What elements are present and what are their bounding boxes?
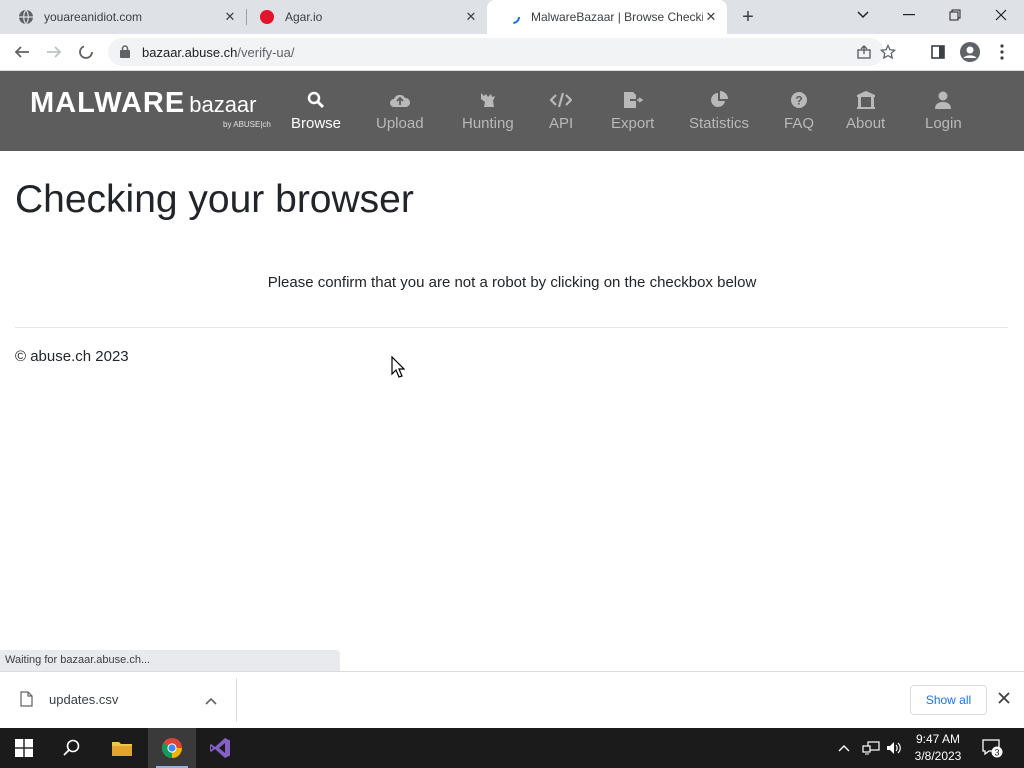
download-item[interactable]: updates.csv bbox=[20, 691, 118, 707]
robot-confirm-message: Please confirm that you are not a robot … bbox=[267, 274, 757, 291]
address-bar[interactable]: bazaar.abuse.ch/verify-ua/ bbox=[108, 38, 897, 66]
lock-icon[interactable] bbox=[120, 45, 130, 63]
code-icon bbox=[550, 89, 573, 111]
close-window-icon[interactable] bbox=[978, 0, 1024, 30]
profile-avatar[interactable] bbox=[958, 40, 982, 64]
file-explorer-icon[interactable] bbox=[98, 728, 146, 768]
nav-login[interactable]: Login bbox=[925, 89, 962, 132]
close-icon[interactable]: ✕ bbox=[222, 9, 238, 25]
visual-studio-icon[interactable] bbox=[196, 728, 244, 768]
close-download-bar-icon[interactable] bbox=[998, 691, 1010, 709]
pie-chart-icon bbox=[710, 89, 728, 111]
restore-icon[interactable] bbox=[932, 0, 978, 30]
nav-label: Export bbox=[611, 115, 655, 132]
menu-kebab-icon[interactable] bbox=[990, 40, 1014, 64]
file-icon bbox=[20, 691, 33, 707]
tab-title: youareanidiot.com bbox=[44, 10, 143, 24]
tab-youareanidiot[interactable]: youareanidiot.com ✕ bbox=[0, 0, 246, 34]
clock-time: 9:47 AM bbox=[915, 732, 961, 746]
loading-icon bbox=[505, 9, 521, 25]
minimize-icon[interactable] bbox=[886, 0, 932, 30]
logo-malware: MALWARE bbox=[30, 87, 186, 119]
url-text: bazaar.abuse.ch/verify-ua/ bbox=[142, 45, 294, 60]
nav-label: Browse bbox=[291, 115, 342, 132]
export-icon bbox=[623, 89, 643, 111]
nav-label: Login bbox=[925, 115, 962, 132]
tab-malwarebazaar[interactable]: MalwareBazaar | Browse Checkin ✕ bbox=[487, 0, 727, 34]
footer-copyright: © abuse.ch 2023 bbox=[15, 348, 129, 365]
nav-upload[interactable]: Upload bbox=[376, 89, 424, 132]
mouse-cursor-icon bbox=[391, 355, 406, 383]
site-header: MALWARE bazaar by ABUSE|ch Browse Upload … bbox=[0, 71, 1024, 151]
agar-favicon bbox=[259, 9, 275, 25]
close-icon[interactable]: ✕ bbox=[703, 9, 719, 25]
divider bbox=[15, 327, 1008, 328]
hunting-icon bbox=[479, 89, 497, 111]
chrome-icon[interactable] bbox=[148, 728, 196, 768]
taskbar: 9:47 AM 3/8/2023 3 bbox=[0, 728, 1024, 768]
site-logo[interactable]: MALWARE bazaar by ABUSE|ch bbox=[30, 87, 271, 129]
system-clock[interactable]: 9:47 AM 3/8/2023 bbox=[906, 731, 970, 765]
tab-title: MalwareBazaar | Browse Checkin bbox=[531, 10, 703, 24]
bookmark-star-icon[interactable] bbox=[879, 43, 897, 65]
show-hidden-icons[interactable] bbox=[838, 728, 850, 768]
nav-faq[interactable]: ? FAQ bbox=[784, 89, 814, 132]
nav-label: Statistics bbox=[689, 115, 750, 132]
tab-strip: youareanidiot.com ✕ Agar.io ✕ MalwareBaz… bbox=[0, 0, 1024, 34]
question-icon: ? bbox=[790, 89, 808, 111]
stop-loading-icon[interactable] bbox=[74, 40, 98, 64]
nav-label: Upload bbox=[376, 115, 424, 132]
logo-by-abuse: by ABUSE|ch bbox=[223, 120, 271, 129]
svg-text:?: ? bbox=[795, 94, 802, 108]
nav-export[interactable]: Export bbox=[611, 89, 654, 132]
status-bubble: Waiting for bazaar.abuse.ch... bbox=[0, 650, 340, 671]
nav-about[interactable]: About bbox=[846, 89, 885, 132]
page-title: Checking your browser bbox=[15, 178, 414, 221]
nav-label: About bbox=[846, 115, 886, 132]
nav-api[interactable]: API bbox=[549, 89, 573, 132]
download-bar: updates.csv Show all bbox=[0, 671, 1024, 728]
share-icon[interactable] bbox=[856, 44, 872, 65]
search-icon[interactable] bbox=[48, 728, 96, 768]
cloud-upload-icon bbox=[389, 89, 411, 111]
windows-start-icon[interactable] bbox=[0, 728, 48, 768]
download-filename: updates.csv bbox=[49, 691, 119, 707]
url-path: /verify-ua/ bbox=[237, 45, 295, 60]
volume-icon[interactable] bbox=[886, 728, 902, 768]
forward-button[interactable] bbox=[42, 40, 66, 64]
notification-center-icon[interactable]: 3 bbox=[982, 728, 1004, 768]
new-tab-button[interactable]: + bbox=[738, 7, 758, 27]
nav-label: FAQ bbox=[784, 115, 815, 132]
download-separator bbox=[236, 678, 237, 722]
nav-label: Hunting bbox=[462, 115, 514, 132]
browser-toolbar: bazaar.abuse.ch/verify-ua/ bbox=[0, 34, 1024, 71]
tab-title: Agar.io bbox=[285, 10, 323, 24]
nav-browse[interactable]: Browse bbox=[291, 89, 341, 132]
back-button[interactable] bbox=[10, 40, 34, 64]
search-icon bbox=[307, 89, 325, 111]
globe-icon bbox=[18, 9, 34, 25]
network-icon[interactable] bbox=[862, 728, 880, 768]
chevron-up-icon[interactable] bbox=[205, 692, 217, 710]
nav-hunting[interactable]: Hunting bbox=[462, 89, 514, 132]
tab-agar[interactable]: Agar.io ✕ bbox=[241, 0, 487, 34]
nav-label: API bbox=[549, 115, 574, 132]
notification-count: 3 bbox=[994, 748, 999, 758]
close-icon[interactable]: ✕ bbox=[463, 9, 479, 25]
building-icon bbox=[856, 89, 876, 111]
url-host: bazaar.abuse.ch bbox=[142, 45, 238, 60]
clock-date: 3/8/2023 bbox=[914, 749, 962, 763]
logo-bazaar: bazaar bbox=[189, 92, 257, 117]
nav-statistics[interactable]: Statistics bbox=[689, 89, 749, 132]
show-all-button[interactable]: Show all bbox=[910, 685, 987, 715]
tab-search-icon[interactable] bbox=[840, 0, 886, 30]
user-icon bbox=[935, 89, 952, 111]
side-panel-icon[interactable] bbox=[926, 40, 950, 64]
